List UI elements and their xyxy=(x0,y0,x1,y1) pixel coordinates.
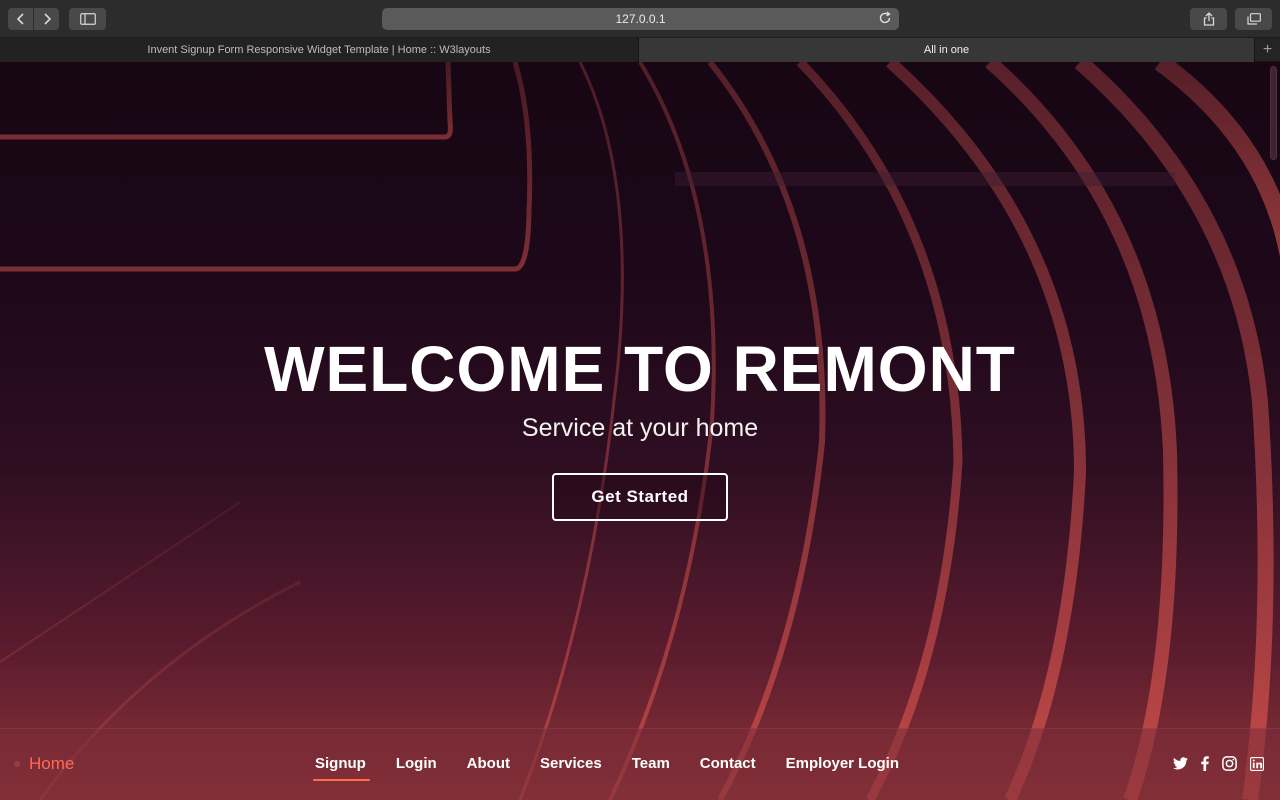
nav-item-about[interactable]: About xyxy=(467,755,510,772)
hero-title: WELCOME TO REMONT xyxy=(264,333,1016,405)
plus-icon: + xyxy=(1262,41,1273,58)
tab-label: Invent Signup Form Responsive Widget Tem… xyxy=(147,44,491,56)
sidebar-toggle-button[interactable] xyxy=(69,8,106,30)
nav-item-login[interactable]: Login xyxy=(396,755,437,772)
url-text: 127.0.0.1 xyxy=(615,12,666,26)
brand-home-link[interactable]: Home xyxy=(14,754,74,774)
tab-invent-signup[interactable]: Invent Signup Form Responsive Widget Tem… xyxy=(0,38,639,62)
nav-item-team[interactable]: Team xyxy=(632,755,670,772)
nav-item-employer-login[interactable]: Employer Login xyxy=(786,755,899,772)
bottom-navigation: Home Signup Login About Services Team Co… xyxy=(0,728,1280,800)
sidebar-icon xyxy=(79,13,96,25)
back-button[interactable] xyxy=(8,8,33,30)
reload-icon[interactable] xyxy=(878,11,892,28)
nav-item-contact[interactable]: Contact xyxy=(700,755,756,772)
forward-button[interactable] xyxy=(34,8,59,30)
get-started-button[interactable]: Get Started xyxy=(552,473,728,521)
new-tab-button[interactable]: + xyxy=(1255,38,1280,62)
browser-toolbar: 127.0.0.1 xyxy=(0,0,1280,38)
history-nav xyxy=(8,8,60,30)
nav-item-services[interactable]: Services xyxy=(540,755,602,772)
page-viewport: WELCOME TO REMONT Service at your home G… xyxy=(0,62,1280,800)
nav-item-signup[interactable]: Signup xyxy=(313,755,370,781)
tabs-icon xyxy=(1246,13,1261,25)
tab-bar: Invent Signup Form Responsive Widget Tem… xyxy=(0,38,1280,62)
twitter-icon[interactable] xyxy=(1173,757,1188,770)
page-scrollbar[interactable] xyxy=(1270,66,1277,160)
hero-subtitle: Service at your home xyxy=(521,414,759,442)
address-bar[interactable]: 127.0.0.1 xyxy=(382,8,899,30)
share-button[interactable] xyxy=(1190,8,1227,30)
social-links xyxy=(1160,756,1264,771)
tab-all-in-one[interactable]: All in one xyxy=(639,38,1255,62)
facebook-icon[interactable] xyxy=(1201,756,1209,771)
chevron-right-icon xyxy=(43,13,51,25)
chevron-left-icon xyxy=(16,13,24,25)
nav-menu: Signup Login About Services Team Contact… xyxy=(313,755,929,781)
share-icon xyxy=(1203,12,1214,26)
linkedin-icon[interactable] xyxy=(1250,756,1264,771)
brand-label: Home xyxy=(29,754,75,773)
tab-label: All in one xyxy=(923,44,970,56)
instagram-icon[interactable] xyxy=(1222,756,1237,771)
tabs-overview-button[interactable] xyxy=(1235,8,1272,30)
hero-section: WELCOME TO REMONT Service at your home G… xyxy=(0,332,1280,521)
brand-dot-icon xyxy=(14,761,20,767)
